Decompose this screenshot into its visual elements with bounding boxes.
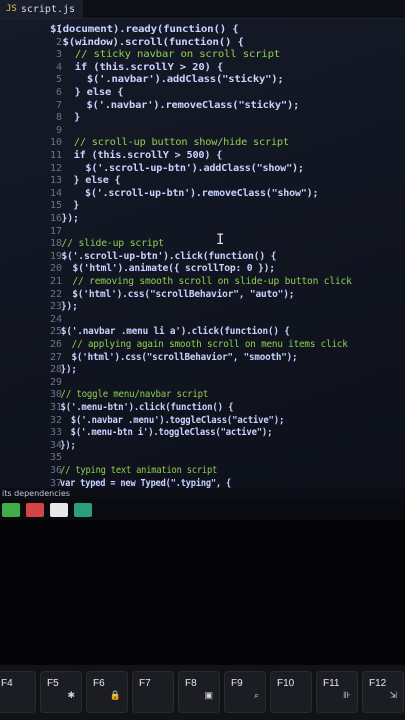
key-function-icon: ⌕: [253, 690, 259, 700]
tab-label: script.js: [20, 3, 76, 15]
key-function-icon: ⊪: [343, 690, 351, 700]
taskbar-app-icon[interactable]: [26, 503, 44, 517]
code-line: $('.scroll-up-btn').addClass("show");: [50, 162, 304, 174]
code-comment-line: // removing smooth scroll on slide-up bu…: [50, 276, 352, 287]
key-f10[interactable]: F10: [270, 671, 312, 713]
code-line: $('.scroll-up-btn').removeClass("show");: [50, 187, 319, 199]
code-line: $('.menu-btn').click(function() {: [50, 402, 234, 413]
code-line: $('.navbar').addClass("sticky");: [50, 74, 284, 86]
code-line: $('.navbar .menu li a').click(function()…: [50, 326, 290, 338]
code-line: if (this.scrollY > 20) {: [50, 61, 224, 73]
code-comment-line: // sticky navbar on scroll script: [50, 49, 281, 61]
code-line: $('.menu-btn i').toggleClass("active");: [50, 427, 273, 439]
code-comment-line: // typing text animation script: [50, 465, 218, 476]
code-line: $(window).scroll(function() {: [50, 36, 245, 48]
code-line: if (this.scrollY > 500) {: [50, 150, 223, 161]
taskbar-app-icon[interactable]: [2, 503, 20, 517]
code-line: $('.scroll-up-btn').click(function() {: [50, 250, 277, 262]
key-label: F12: [369, 678, 387, 689]
monitor-bezel: [0, 520, 405, 670]
code-line: $(document).ready(function() {: [50, 24, 239, 35]
key-f11[interactable]: F11 ⊪: [316, 671, 358, 713]
key-f5[interactable]: F5 ✱: [40, 671, 82, 713]
code-line: $('.navbar .menu').toggleClass("active")…: [50, 414, 285, 426]
key-f8[interactable]: F8 ▣: [178, 671, 220, 713]
key-label: F6: [93, 678, 105, 689]
code-comment-line: // toggle menu/navbar script: [50, 389, 209, 401]
code-line: });: [50, 364, 77, 376]
tab-script-js[interactable]: JS script.js: [0, 0, 84, 18]
code-line: $('html').animate({ scrollTop: 0 });: [50, 263, 275, 275]
key-label: F4: [1, 678, 13, 689]
code-line: }: [50, 200, 79, 212]
code-line: });: [50, 439, 76, 451]
code-line: } else {: [50, 87, 124, 98]
key-function-icon: ▣: [204, 690, 213, 700]
code-area[interactable]: $(document).ready(function() { $(window)…: [44, 20, 404, 490]
key-function-icon: 🔒: [109, 690, 121, 700]
code-line: $('.navbar').removeClass("sticky");: [50, 99, 300, 111]
taskbar-app-icon[interactable]: [74, 503, 92, 517]
key-label: F5: [47, 678, 59, 689]
code-line: });: [50, 213, 79, 224]
key-function-icon: ⇲: [389, 690, 397, 700]
editor-tab-bar: JS script.js: [0, 0, 405, 19]
key-label: F7: [139, 678, 151, 689]
code-line: });: [50, 301, 78, 313]
taskbar-app-icon[interactable]: [50, 503, 68, 517]
key-f4[interactable]: F4: [0, 671, 36, 713]
code-line: $('html').css("scrollBehavior", "auto");: [50, 288, 295, 300]
key-label: F9: [231, 678, 243, 689]
monitor-screen: JS script.js 1 2 3 4 5 6 7 8 9 10 11 12 13 14 15 16 17 18…: [0, 0, 405, 520]
key-label: F11: [323, 678, 340, 689]
key-f9[interactable]: F9 ⌕: [224, 671, 266, 713]
key-label: F10: [277, 678, 295, 689]
taskbar: [0, 500, 405, 520]
code-line: } else {: [50, 175, 121, 187]
code-line: }: [50, 112, 81, 124]
key-label: F8: [185, 678, 197, 689]
key-function-icon: ✱: [67, 690, 75, 700]
key-f6[interactable]: F6 🔒: [86, 671, 128, 713]
javascript-file-icon: JS: [6, 4, 17, 14]
key-f7[interactable]: F7: [132, 671, 174, 713]
code-comment-line: // scroll-up button show/hide script: [50, 137, 289, 149]
status-bar: its dependencies: [0, 488, 405, 500]
code-line: $('html').css("scrollBehavior", "smooth"…: [50, 351, 298, 363]
code-comment-line: // applying again smooth scroll on menu …: [50, 339, 348, 350]
text-cursor-icon: I: [216, 232, 225, 248]
keyboard: F4 F5 ✱ F6 🔒 F7 F8 ▣ F9 ⌕ F10 F11 ⊪ F12 ⇲: [0, 665, 405, 720]
key-f12[interactable]: F12 ⇲: [362, 671, 404, 713]
code-comment-line: // slide-up script: [50, 238, 164, 250]
